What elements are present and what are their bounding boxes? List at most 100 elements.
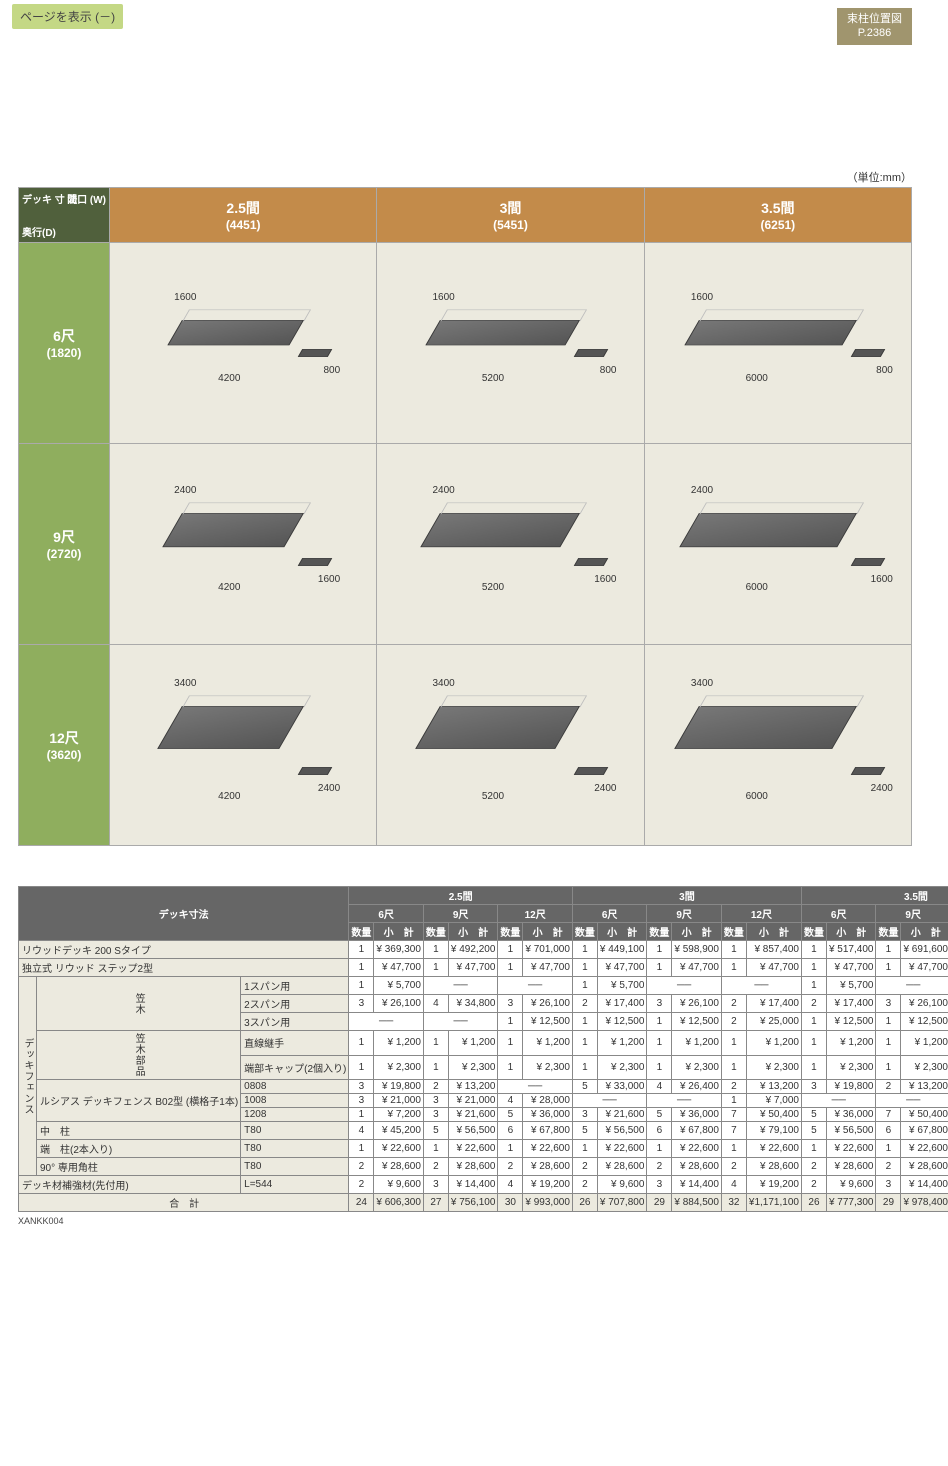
dim-w: 5200: [482, 373, 504, 384]
pt-qty: 2: [876, 1080, 901, 1094]
pt-price: ¥ 22,600: [523, 1140, 573, 1158]
deck-cell: 240052001600: [377, 444, 644, 645]
pt-qty: 1: [349, 977, 374, 995]
pt-qty: 1: [498, 1031, 523, 1056]
price-table: デッキ寸法 2.5間 3間 3.5間 6尺9尺12尺6尺9尺12尺6尺9尺12尺…: [18, 886, 948, 1212]
pt-qty: 1: [876, 941, 901, 959]
pt-price: ¥ 1,200: [448, 1031, 498, 1056]
pt-subtotal-header: 小 計: [826, 923, 876, 941]
pt-price: ¥ 19,200: [523, 1176, 573, 1194]
pt-subtotal-header: 小 計: [901, 923, 948, 941]
pt-price: ¥ 1,200: [597, 1031, 647, 1056]
step-icon: [851, 767, 885, 775]
step-icon: [574, 767, 608, 775]
pt-qty: 3: [423, 1094, 448, 1108]
deck-illustration: 340042002400: [182, 706, 304, 784]
pt-price: ¥ 56,500: [597, 1122, 647, 1140]
pt-qty: 1: [349, 941, 374, 959]
pt-price: ¥ 34,800: [448, 995, 498, 1013]
dim-s: 800: [323, 365, 340, 376]
pt-qty: 1: [349, 1031, 374, 1056]
pt-price: ¥ 67,800: [901, 1122, 948, 1140]
pt-dash: ──: [647, 1094, 722, 1108]
pt-price: ¥ 22,600: [597, 1140, 647, 1158]
pt-total-qty: 32: [721, 1194, 746, 1212]
pt-price: ¥ 5,700: [374, 977, 424, 995]
position-reference-box: 束柱位置図 P.2386: [837, 8, 912, 45]
pt-qty: 3: [349, 1080, 374, 1094]
pt-qty: 2: [801, 995, 826, 1013]
pt-row-label: 独立式 リウッド ステップ2型: [19, 959, 349, 977]
pt-price: ¥ 5,700: [597, 977, 647, 995]
posbox-title: 束柱位置図: [847, 12, 902, 26]
pt-qty: 2: [801, 1158, 826, 1176]
pt-qty: 1: [721, 1031, 746, 1056]
pt-qty: 5: [498, 1108, 523, 1122]
pt-price: ¥ 28,600: [672, 1158, 722, 1176]
pt-dash: ──: [423, 1013, 498, 1031]
dim-s: 1600: [318, 574, 340, 585]
pt-price: ¥ 22,600: [746, 1140, 801, 1158]
pt-price: ¥ 47,700: [523, 959, 573, 977]
pt-span-0: 2.5間: [349, 887, 573, 905]
dim-s: 800: [876, 365, 893, 376]
pt-dash: ──: [498, 977, 573, 995]
pt-qty: 1: [647, 1055, 672, 1080]
pt-price: ¥ 67,800: [523, 1122, 573, 1140]
pt-price: ¥ 2,300: [901, 1055, 948, 1080]
pt-qty: 1: [721, 1094, 746, 1108]
pt-qty: 2: [349, 1176, 374, 1194]
pt-price: ¥ 1,200: [523, 1031, 573, 1056]
pt-price: ¥ 28,600: [901, 1158, 948, 1176]
pt-price: ¥ 47,700: [597, 959, 647, 977]
pt-price: ¥ 14,400: [448, 1176, 498, 1194]
pt-qty-header: 数量: [423, 923, 448, 941]
dim-w: 6000: [746, 582, 768, 593]
pt-row-label: 3スパン用: [241, 1013, 349, 1031]
pt-qty: 1: [801, 1055, 826, 1080]
pt-price: ¥ 47,700: [826, 959, 876, 977]
pt-price: ¥ 1,200: [826, 1031, 876, 1056]
dim-d: 2400: [691, 485, 713, 496]
pt-total-price: ¥ 606,300: [374, 1194, 424, 1212]
pt-qty: 6: [647, 1122, 672, 1140]
pt-shaku: 6尺: [801, 905, 876, 923]
dim-d: 1600: [432, 292, 454, 303]
pt-price: ¥ 28,000: [523, 1094, 573, 1108]
pt-price: ¥ 12,500: [523, 1013, 573, 1031]
pt-shaku: 12尺: [498, 905, 573, 923]
pt-qty-header: 数量: [572, 923, 597, 941]
pt-total-qty: 27: [423, 1194, 448, 1212]
pt-price: ¥ 12,500: [901, 1013, 948, 1031]
pt-subtotal-header: 小 計: [523, 923, 573, 941]
pt-price: ¥ 9,600: [374, 1176, 424, 1194]
dim-s: 800: [600, 365, 617, 376]
pt-qty: 1: [572, 1013, 597, 1031]
pt-qty: 3: [647, 1176, 672, 1194]
pt-qty: 1: [801, 1013, 826, 1031]
pt-dash: ──: [349, 1013, 424, 1031]
pt-dash: ──: [572, 1094, 647, 1108]
pt-price: ¥ 492,200: [448, 941, 498, 959]
page-toggle[interactable]: ページを表示 (－): [12, 4, 123, 29]
pt-price: ¥ 21,000: [448, 1094, 498, 1108]
pt-qty: 1: [572, 977, 597, 995]
pt-price: ¥ 14,400: [672, 1176, 722, 1194]
pt-title: デッキ寸法: [19, 887, 349, 941]
pt-shaku: 12尺: [721, 905, 801, 923]
pt-price: ¥ 14,400: [901, 1176, 948, 1194]
pt-subtotal-header: 小 計: [597, 923, 647, 941]
pt-qty: 1: [349, 1140, 374, 1158]
pt-qty: 2: [876, 1158, 901, 1176]
step-icon: [298, 349, 332, 357]
step-icon: [574, 349, 608, 357]
pt-qty: 4: [423, 995, 448, 1013]
pt-price: ¥ 28,600: [746, 1158, 801, 1176]
step-icon: [298, 558, 332, 566]
pt-qty: 1: [801, 977, 826, 995]
unit-label: （単位:mm）: [0, 169, 912, 185]
pt-price: ¥ 2,300: [826, 1055, 876, 1080]
pt-qty: 2: [498, 1158, 523, 1176]
pt-total-price: ¥ 978,400: [901, 1194, 948, 1212]
pt-qty: 4: [498, 1176, 523, 1194]
